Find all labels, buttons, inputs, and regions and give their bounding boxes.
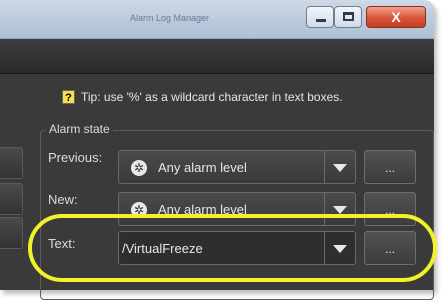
minimize-button[interactable] — [306, 6, 334, 28]
left-panel-button-1[interactable] — [0, 147, 23, 179]
maximize-button[interactable] — [334, 6, 362, 28]
maximize-icon — [343, 12, 354, 21]
left-panel-button-3[interactable] — [0, 217, 23, 249]
close-icon: X — [391, 9, 401, 25]
chevron-down-icon[interactable] — [324, 193, 355, 225]
alarm-level-icon: ✲ — [131, 160, 147, 176]
new-dropdown[interactable]: ✲ Any alarm level — [118, 192, 356, 226]
text-field-value: /VirtualFreeze — [122, 241, 203, 256]
chevron-down-icon[interactable] — [324, 232, 355, 264]
minimize-icon — [316, 19, 326, 22]
alarm-level-icon: ✲ — [131, 202, 147, 218]
title-bar[interactable]: Alarm Log Manager X — [0, 0, 434, 39]
previous-label: Previous: — [48, 150, 103, 165]
close-button[interactable]: X — [366, 6, 426, 28]
previous-browse-button[interactable]: ... — [364, 150, 416, 184]
chevron-down-icon[interactable] — [324, 151, 355, 183]
new-value: Any alarm level — [158, 202, 247, 217]
new-browse-button[interactable]: ... — [364, 192, 416, 226]
new-label: New: — [48, 192, 78, 207]
toolbar — [0, 39, 434, 74]
left-panel — [0, 143, 26, 249]
text-label: Text: — [48, 236, 76, 251]
tip-message: ? Tip: use '%' as a wildcard character in… — [62, 89, 343, 107]
text-field[interactable]: /VirtualFreeze — [118, 231, 356, 265]
previous-value: Any alarm level — [158, 160, 247, 175]
text-browse-button[interactable]: ... — [364, 231, 416, 265]
tip-text: Tip: use '%' as a wildcard character in … — [81, 89, 343, 104]
help-icon: ? — [62, 89, 75, 104]
alarm-state-label: Alarm state — [46, 122, 113, 136]
window-title: Alarm Log Manager — [130, 13, 210, 23]
previous-dropdown[interactable]: ✲ Any alarm level — [118, 150, 356, 184]
left-panel-button-2[interactable] — [0, 183, 23, 215]
